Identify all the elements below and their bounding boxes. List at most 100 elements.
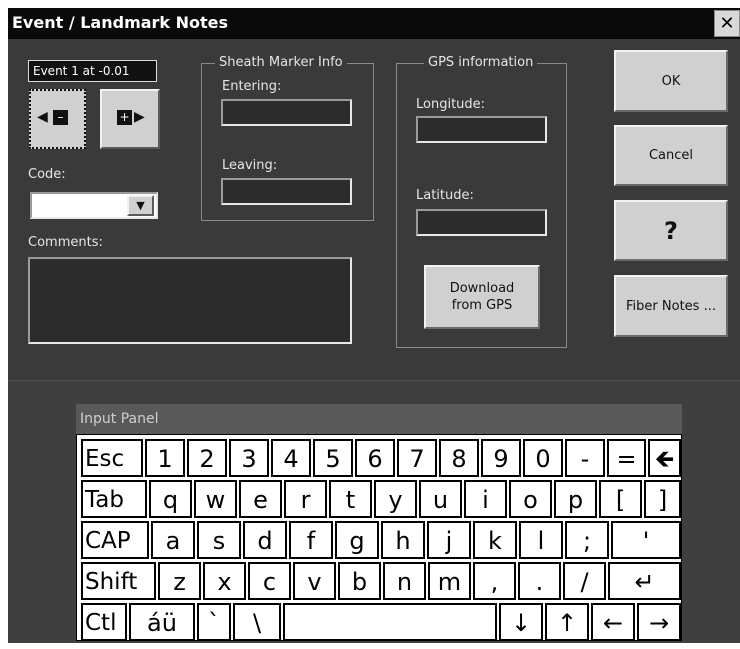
download-from-gps-button[interactable]: Download from GPS bbox=[424, 265, 540, 329]
on-screen-keyboard: Esc 1 2 3 4 5 6 7 8 9 0- = 🡸 Tab q w e r t y u i o p[] CAP a s d f g h… bbox=[76, 434, 682, 641]
key-close-bracket[interactable]: ] bbox=[644, 480, 681, 518]
code-select[interactable]: ▼ bbox=[30, 192, 158, 219]
key-down[interactable]: ↓ bbox=[499, 603, 543, 641]
key-1[interactable]: 1 bbox=[145, 439, 185, 477]
event-label: Event 1 at -0.01 bbox=[28, 60, 157, 82]
key-q[interactable]: q bbox=[149, 480, 192, 518]
key-right[interactable]: → bbox=[637, 603, 681, 641]
key-4[interactable]: 4 bbox=[271, 439, 311, 477]
key-e[interactable]: e bbox=[239, 480, 282, 518]
key-p[interactable]: p bbox=[554, 480, 597, 518]
key-backslash[interactable]: \ bbox=[233, 603, 281, 641]
window-title: Event / Landmark Notes bbox=[12, 13, 229, 32]
help-button[interactable]: ? bbox=[614, 200, 728, 261]
help-icon: ? bbox=[664, 216, 678, 245]
key-d[interactable]: d bbox=[243, 521, 287, 559]
key-c[interactable]: c bbox=[248, 562, 291, 600]
key-t[interactable]: t bbox=[329, 480, 372, 518]
close-button[interactable]: ✕ bbox=[714, 10, 740, 37]
leaving-label: Leaving: bbox=[222, 158, 278, 173]
download-label-line1: Download bbox=[449, 281, 515, 296]
key-backtick[interactable]: ` bbox=[197, 603, 231, 641]
latitude-label: Latitude: bbox=[416, 188, 474, 203]
key-6[interactable]: 6 bbox=[355, 439, 395, 477]
cancel-button[interactable]: Cancel bbox=[614, 125, 728, 186]
key-o[interactable]: o bbox=[509, 480, 552, 518]
key-apostrophe[interactable]: ' bbox=[611, 521, 681, 559]
key-5[interactable]: 5 bbox=[313, 439, 353, 477]
key-i[interactable]: i bbox=[464, 480, 507, 518]
key-y[interactable]: y bbox=[374, 480, 417, 518]
fiber-notes-button[interactable]: Fiber Notes ... bbox=[614, 275, 728, 337]
cancel-label: Cancel bbox=[648, 148, 694, 163]
title-bar: Event / Landmark Notes ✕ bbox=[8, 8, 740, 39]
longitude-field[interactable] bbox=[416, 116, 547, 143]
key-period[interactable]: . bbox=[518, 562, 561, 600]
key-m[interactable]: m bbox=[428, 562, 471, 600]
key-7[interactable]: 7 bbox=[397, 439, 437, 477]
key-enter[interactable]: ↵ bbox=[608, 562, 681, 600]
key-minus[interactable]: - bbox=[565, 439, 605, 477]
close-icon: ✕ bbox=[719, 13, 735, 34]
key-l[interactable]: l bbox=[519, 521, 563, 559]
previous-event-button[interactable]: ◀ – bbox=[29, 89, 86, 149]
entering-label: Entering: bbox=[222, 79, 282, 94]
key-2[interactable]: 2 bbox=[187, 439, 227, 477]
code-dropdown-button[interactable]: ▼ bbox=[127, 195, 154, 216]
key-x[interactable]: x bbox=[203, 562, 246, 600]
key-8[interactable]: 8 bbox=[439, 439, 479, 477]
key-b[interactable]: b bbox=[338, 562, 381, 600]
key-u[interactable]: u bbox=[419, 480, 462, 518]
chevron-down-icon: ▼ bbox=[136, 199, 145, 212]
key-semicolon[interactable]: ; bbox=[565, 521, 609, 559]
key-f[interactable]: f bbox=[289, 521, 333, 559]
gps-legend: GPS information bbox=[424, 55, 538, 70]
key-s[interactable]: s bbox=[197, 521, 241, 559]
key-cap[interactable]: CAP bbox=[81, 521, 149, 559]
key-comma[interactable]: , bbox=[473, 562, 516, 600]
key-esc[interactable]: Esc bbox=[81, 439, 143, 477]
code-label: Code: bbox=[28, 167, 66, 182]
key-v[interactable]: v bbox=[293, 562, 336, 600]
key-j[interactable]: j bbox=[427, 521, 471, 559]
key-open-bracket[interactable]: [ bbox=[599, 480, 642, 518]
minus-icon: – bbox=[53, 110, 68, 125]
key-shift[interactable]: Shift bbox=[81, 562, 156, 600]
fiber-notes-label: Fiber Notes ... bbox=[626, 298, 716, 314]
key-0[interactable]: 0 bbox=[523, 439, 563, 477]
key-slash[interactable]: / bbox=[563, 562, 606, 600]
key-r[interactable]: r bbox=[284, 480, 327, 518]
arrow-left-icon: ◀ bbox=[37, 109, 48, 125]
entering-field[interactable] bbox=[221, 99, 352, 126]
key-space[interactable] bbox=[283, 603, 497, 641]
leaving-field[interactable] bbox=[221, 178, 352, 205]
key-9[interactable]: 9 bbox=[481, 439, 521, 477]
key-h[interactable]: h bbox=[381, 521, 425, 559]
key-w[interactable]: w bbox=[194, 480, 237, 518]
key-left[interactable]: ← bbox=[591, 603, 635, 641]
key-tab[interactable]: Tab bbox=[81, 480, 147, 518]
comments-field[interactable] bbox=[28, 257, 352, 344]
key-a[interactable]: a bbox=[151, 521, 195, 559]
next-event-button[interactable]: + ▶ bbox=[100, 89, 160, 149]
plus-icon: + bbox=[117, 110, 132, 125]
key-backspace[interactable]: 🡸 bbox=[648, 439, 681, 477]
ok-button[interactable]: OK bbox=[614, 50, 728, 112]
key-k[interactable]: k bbox=[473, 521, 517, 559]
latitude-field[interactable] bbox=[416, 209, 547, 236]
key-equals[interactable]: = bbox=[607, 439, 646, 477]
key-intl[interactable]: áü bbox=[129, 603, 195, 641]
key-g[interactable]: g bbox=[335, 521, 379, 559]
key-z[interactable]: z bbox=[158, 562, 201, 600]
key-n[interactable]: n bbox=[383, 562, 426, 600]
comments-label: Comments: bbox=[28, 235, 103, 250]
arrow-right-icon: ▶ bbox=[134, 109, 145, 125]
input-panel-title: Input Panel bbox=[76, 404, 682, 434]
sheath-marker-legend: Sheath Marker Info bbox=[215, 55, 347, 70]
longitude-label: Longitude: bbox=[416, 97, 486, 112]
ok-label: OK bbox=[661, 73, 681, 89]
key-up[interactable]: ↑ bbox=[545, 603, 589, 641]
download-label-line2: from GPS bbox=[451, 298, 513, 313]
key-ctl[interactable]: Ctl bbox=[81, 603, 127, 641]
key-3[interactable]: 3 bbox=[229, 439, 269, 477]
